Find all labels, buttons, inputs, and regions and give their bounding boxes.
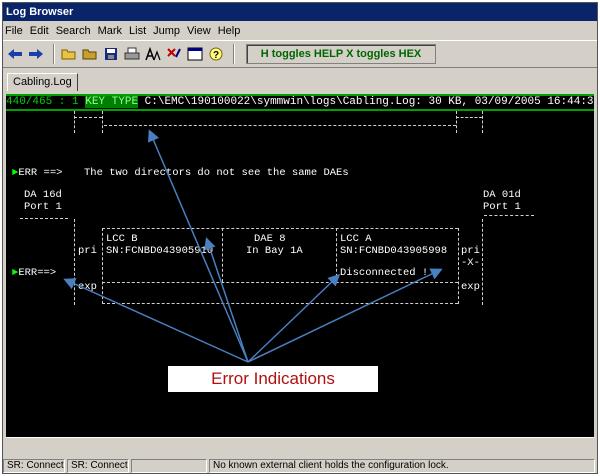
menu-edit[interactable]: Edit	[30, 25, 49, 37]
help-icon[interactable]: ?	[207, 45, 225, 63]
svg-text:?: ?	[213, 50, 219, 61]
lcc-b-label: LCC B	[106, 233, 138, 245]
arrow-left-icon[interactable]	[6, 45, 24, 63]
toolbar-separator	[233, 44, 235, 64]
err-marker-1: ►ERR ==>	[12, 167, 63, 179]
toolbar-separator	[53, 44, 55, 64]
diagram-line	[458, 228, 459, 304]
status-bar: SR: Connect SR: Connect No known externa…	[3, 459, 597, 473]
menu-mark[interactable]: Mark	[98, 25, 122, 37]
dae-bay: In Bay 1A	[246, 245, 303, 257]
diagram-line	[482, 219, 483, 305]
menu-list[interactable]: List	[129, 25, 146, 37]
diagram-line	[74, 117, 102, 118]
folder-open-icon[interactable]	[60, 45, 78, 63]
font-icon[interactable]	[144, 45, 162, 63]
left-director-label: DA 16d	[24, 189, 62, 201]
dae-label: DAE 8	[254, 233, 286, 245]
menu-file[interactable]: File	[5, 25, 23, 37]
diagram-line	[482, 111, 483, 133]
menu-view[interactable]: View	[187, 25, 211, 37]
menu-jump[interactable]: Jump	[153, 25, 180, 37]
toolbar: ? H toggles HELP X toggles HEX	[3, 40, 597, 68]
status-cell-lock: No known external client holds the confi…	[209, 459, 595, 473]
diagram-line	[102, 303, 458, 304]
diagram-line	[102, 228, 458, 229]
path-status-bar: 440/465 : 1 KEY TYPE C:\EMC\190100022\sy…	[6, 94, 594, 111]
right-director-label: DA 01d	[483, 189, 521, 201]
left-port-label: Port 1	[24, 201, 62, 213]
status-cell-empty	[131, 459, 207, 473]
diagram-line	[104, 125, 456, 126]
floppy-icon[interactable]	[102, 45, 120, 63]
error-indications-callout: Error Indications	[168, 366, 378, 392]
folder-icon[interactable]	[81, 45, 99, 63]
pri-right: pri	[461, 245, 480, 257]
lcc-a-label: LCC A	[340, 233, 372, 245]
horizontal-scrollbar[interactable]	[6, 437, 594, 450]
exp-right: exp	[461, 281, 480, 293]
tab-cabling-log[interactable]: Cabling.Log	[7, 73, 78, 91]
err-message: The two directors do not see the same DA…	[84, 167, 349, 179]
log-browser-window: Log Browser File Edit Search Mark List J…	[2, 2, 598, 474]
exp-left: exp	[78, 281, 97, 293]
status-cell-connect-2: SR: Connect	[67, 459, 129, 473]
filter-icon[interactable]	[165, 45, 183, 63]
err-marker-2: ►ERR==>	[12, 267, 57, 279]
menu-search[interactable]: Search	[56, 25, 91, 37]
lcc-a-status: Disconnected !	[340, 267, 429, 279]
right-port-label: Port 1	[483, 201, 521, 213]
diagram-line	[456, 117, 482, 118]
window-icon[interactable]	[186, 45, 204, 63]
diagram-line	[74, 111, 75, 133]
diagram-line	[74, 219, 75, 305]
print-icon[interactable]	[123, 45, 141, 63]
diagram-line	[102, 282, 458, 283]
file-info: C:\EMC\190100022\symmwin\logs\Cabling.Lo…	[144, 96, 594, 108]
disconnect-x-mark: -X-	[461, 257, 480, 269]
diagram-line	[222, 228, 223, 282]
diagram-line	[456, 111, 457, 133]
lcc-a-serial: SN:FCNBD043905998	[340, 245, 448, 257]
diagram-line	[102, 228, 103, 304]
status-cell-connect-1: SR: Connect	[3, 459, 65, 473]
tab-bar: Cabling.Log	[3, 71, 597, 91]
diagram-line	[336, 228, 337, 282]
key-mode-indicator: KEY TYPE	[85, 96, 139, 108]
arrow-right-icon[interactable]	[27, 45, 45, 63]
diagram-line	[20, 218, 68, 219]
diagram-line	[484, 215, 534, 216]
lcc-b-serial: SN:FCNBD043905910	[106, 245, 214, 257]
window-title: Log Browser	[3, 3, 597, 21]
pri-left: pri	[78, 245, 97, 257]
diagram-line	[102, 111, 103, 133]
menu-help[interactable]: Help	[218, 25, 241, 37]
line-position: 440/465 : 1	[6, 96, 79, 108]
menu-bar: File Edit Search Mark List Jump View Hel…	[3, 22, 597, 39]
hint-box: H toggles HELP X toggles HEX	[246, 44, 436, 64]
